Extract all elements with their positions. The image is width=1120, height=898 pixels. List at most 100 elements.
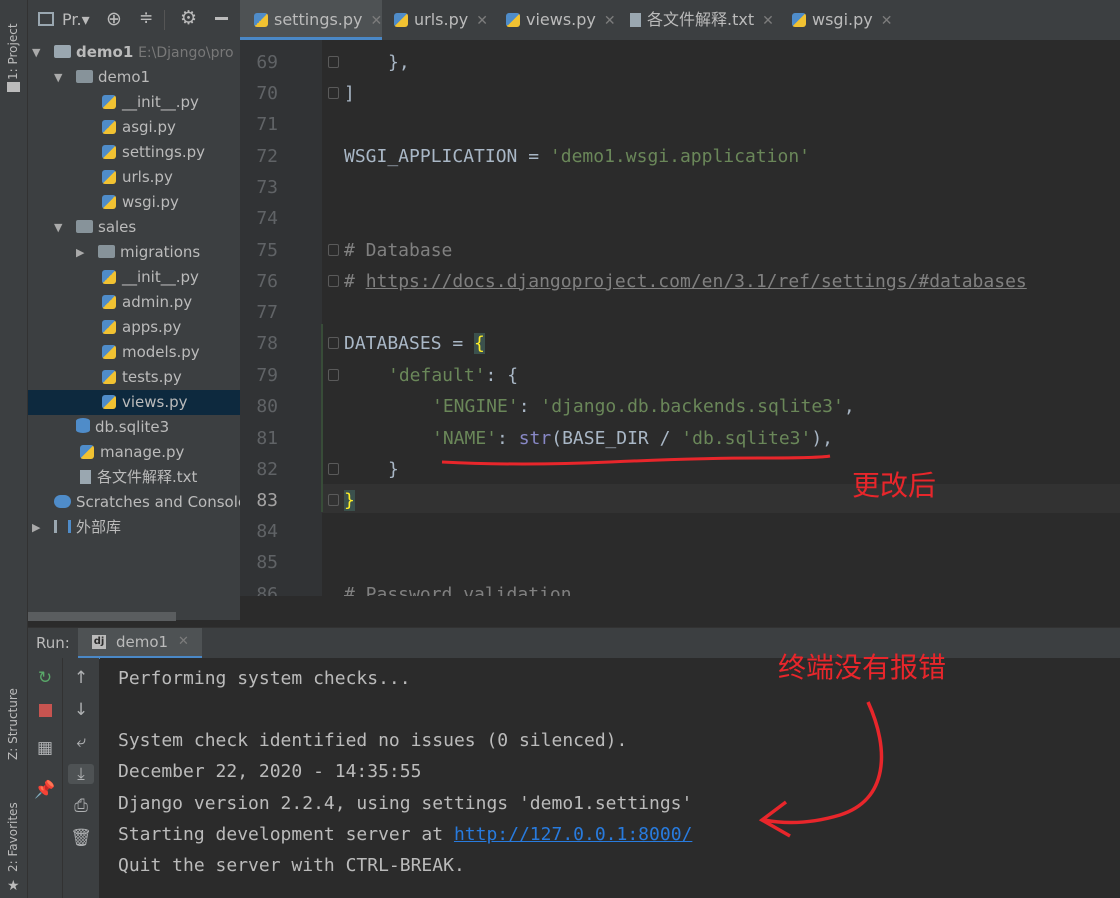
doc-link[interactable]: https://docs.djangoproject.com/en/3.1/re… — [366, 271, 1027, 292]
tab-readme-txt[interactable]: 各文件解释.txt ✕ — [630, 0, 780, 40]
tree-label: admin.py — [122, 293, 193, 311]
python-file-icon — [102, 170, 116, 184]
tree-item-file[interactable]: admin.py — [28, 290, 240, 315]
matched-brace: } — [344, 490, 355, 511]
close-icon[interactable]: ✕ — [371, 13, 383, 29]
minimize-icon[interactable] — [215, 17, 228, 20]
server-url-link[interactable]: http://127.0.0.1:8000/ — [454, 824, 692, 845]
tree-item-file[interactable]: asgi.py — [28, 115, 240, 140]
structure-tool-tab[interactable]: Z: Structure — [6, 688, 20, 760]
star-icon: ★ — [7, 878, 20, 894]
left-tool-strip: 1: Project Z: Structure 2: Favorites ★ — [0, 0, 28, 898]
tree-item-file[interactable]: __init__.py — [28, 265, 240, 290]
fold-marker-icon[interactable] — [328, 369, 339, 381]
code-line-72: WSGI_APPLICATION = 'demo1.wsgi.applicati… — [344, 146, 810, 167]
soft-wrap-icon[interactable]: ⤶ — [68, 732, 94, 752]
line-number: 80 — [256, 396, 278, 417]
line-number: 75 — [256, 240, 278, 261]
close-icon[interactable]: ✕ — [178, 634, 189, 649]
text-file-icon — [630, 13, 641, 27]
fold-marker-icon[interactable] — [328, 87, 339, 99]
layout-icon[interactable]: ▦ — [32, 738, 58, 758]
tree-label: models.py — [122, 343, 200, 361]
tree-label: asgi.py — [122, 118, 176, 136]
tab-wsgi-py[interactable]: wsgi.py ✕ — [792, 0, 904, 40]
tree-item-file[interactable]: settings.py — [28, 140, 240, 165]
chevron-right-icon[interactable]: ▶ — [76, 240, 84, 265]
close-icon[interactable]: ✕ — [604, 13, 616, 29]
close-icon[interactable]: ✕ — [881, 13, 893, 29]
code-line-70: ] — [344, 83, 355, 104]
favorites-tool-tab[interactable]: 2: Favorites — [6, 802, 20, 872]
tree-root[interactable]: ▼ demo1 E:\Django\pro — [28, 40, 240, 65]
fold-marker-icon[interactable] — [328, 494, 339, 506]
chevron-right-icon[interactable]: ▶ — [32, 515, 40, 540]
print-icon[interactable]: ⎙ — [68, 796, 94, 816]
change-marker — [321, 324, 323, 512]
run-tab-demo1[interactable]: dj demo1 ✕ — [78, 628, 202, 659]
tab-settings-py[interactable]: settings.py ✕ — [240, 0, 382, 40]
project-view-selector[interactable]: Pr.▾ — [62, 10, 90, 29]
line-number: 79 — [256, 365, 278, 386]
locate-icon[interactable]: ⊕ — [106, 8, 122, 30]
python-file-icon — [80, 445, 94, 459]
tree-item-file-selected[interactable]: views.py — [28, 390, 240, 415]
tree-item-file[interactable]: models.py — [28, 340, 240, 365]
code-line-76: # https://docs.djangoproject.com/en/3.1/… — [344, 271, 1027, 292]
chevron-down-icon[interactable]: ▼ — [54, 65, 62, 90]
code-token: DATABASES = — [344, 333, 475, 354]
rerun-icon[interactable]: ↻ — [32, 668, 58, 688]
tree-item-sales[interactable]: ▼ sales — [28, 215, 240, 240]
fold-marker-icon[interactable] — [328, 463, 339, 475]
fold-marker-icon[interactable] — [328, 337, 339, 349]
tree-item-txt[interactable]: 各文件解释.txt — [28, 465, 240, 490]
tree-item-scratches[interactable]: Scratches and Consoles — [28, 490, 240, 515]
code-line-78: DATABASES = { — [344, 333, 485, 354]
line-number: 86 — [256, 584, 278, 596]
code-line-82: } — [388, 459, 399, 480]
text-file-icon — [80, 470, 91, 484]
editor-bottom-area — [240, 596, 1120, 624]
project-tree: ▼ demo1 E:\Django\pro ▼ demo1 __init__.p… — [28, 40, 240, 620]
project-tool-tab[interactable]: 1: Project — [6, 23, 20, 80]
tree-item-file[interactable]: urls.py — [28, 165, 240, 190]
chevron-down-icon[interactable]: ▼ — [32, 40, 40, 65]
gear-icon[interactable]: ⚙ — [180, 7, 197, 29]
code-line-79: 'default': { — [388, 365, 518, 386]
tree-item-manage[interactable]: manage.py — [28, 440, 240, 465]
tree-item-file[interactable]: wsgi.py — [28, 190, 240, 215]
chevron-down-icon[interactable]: ▼ — [54, 215, 62, 240]
close-icon[interactable]: ✕ — [476, 13, 488, 29]
arrow-down-icon[interactable]: ↓ — [68, 700, 94, 720]
database-icon — [76, 418, 90, 433]
tab-urls-py[interactable]: urls.py ✕ — [394, 0, 500, 40]
tree-item-file[interactable]: tests.py — [28, 365, 240, 390]
tab-views-py[interactable]: views.py ✕ — [506, 0, 624, 40]
scroll-to-end-icon[interactable]: ⤓ — [68, 764, 94, 784]
annotation-after-change: 更改后 — [852, 469, 937, 502]
fold-marker-icon[interactable] — [328, 275, 339, 287]
line-number: 85 — [256, 552, 278, 573]
arrow-up-icon[interactable]: ↑ — [68, 668, 94, 688]
tree-label: __init__.py — [122, 268, 199, 286]
tree-item-external-libs[interactable]: ▶ 外部库 — [28, 515, 240, 540]
pin-icon[interactable]: 📌 — [32, 780, 58, 800]
tab-label: views.py — [526, 10, 596, 29]
fold-marker-icon[interactable] — [328, 56, 339, 68]
line-number: 73 — [256, 177, 278, 198]
annotation-no-error: 终端没有报错 — [778, 651, 947, 684]
tree-scrollbar[interactable] — [28, 612, 176, 621]
tree-item-demo1[interactable]: ▼ demo1 — [28, 65, 240, 90]
tree-label: 外部库 — [76, 518, 122, 536]
tree-item-file[interactable]: apps.py — [28, 315, 240, 340]
tree-item-file[interactable]: __init__.py — [28, 90, 240, 115]
trash-icon[interactable]: 🗑 — [68, 828, 94, 848]
fold-marker-icon[interactable] — [328, 244, 339, 256]
tree-item-db[interactable]: db.sqlite3 — [28, 415, 240, 440]
code-string: 'django.db.backends.sqlite3' — [540, 396, 844, 417]
collapse-all-icon[interactable]: ≑ — [139, 8, 153, 28]
package-icon — [76, 220, 93, 233]
stop-icon[interactable] — [39, 704, 52, 717]
tree-item-migrations[interactable]: ▶ migrations — [28, 240, 240, 265]
close-icon[interactable]: ✕ — [762, 13, 774, 29]
